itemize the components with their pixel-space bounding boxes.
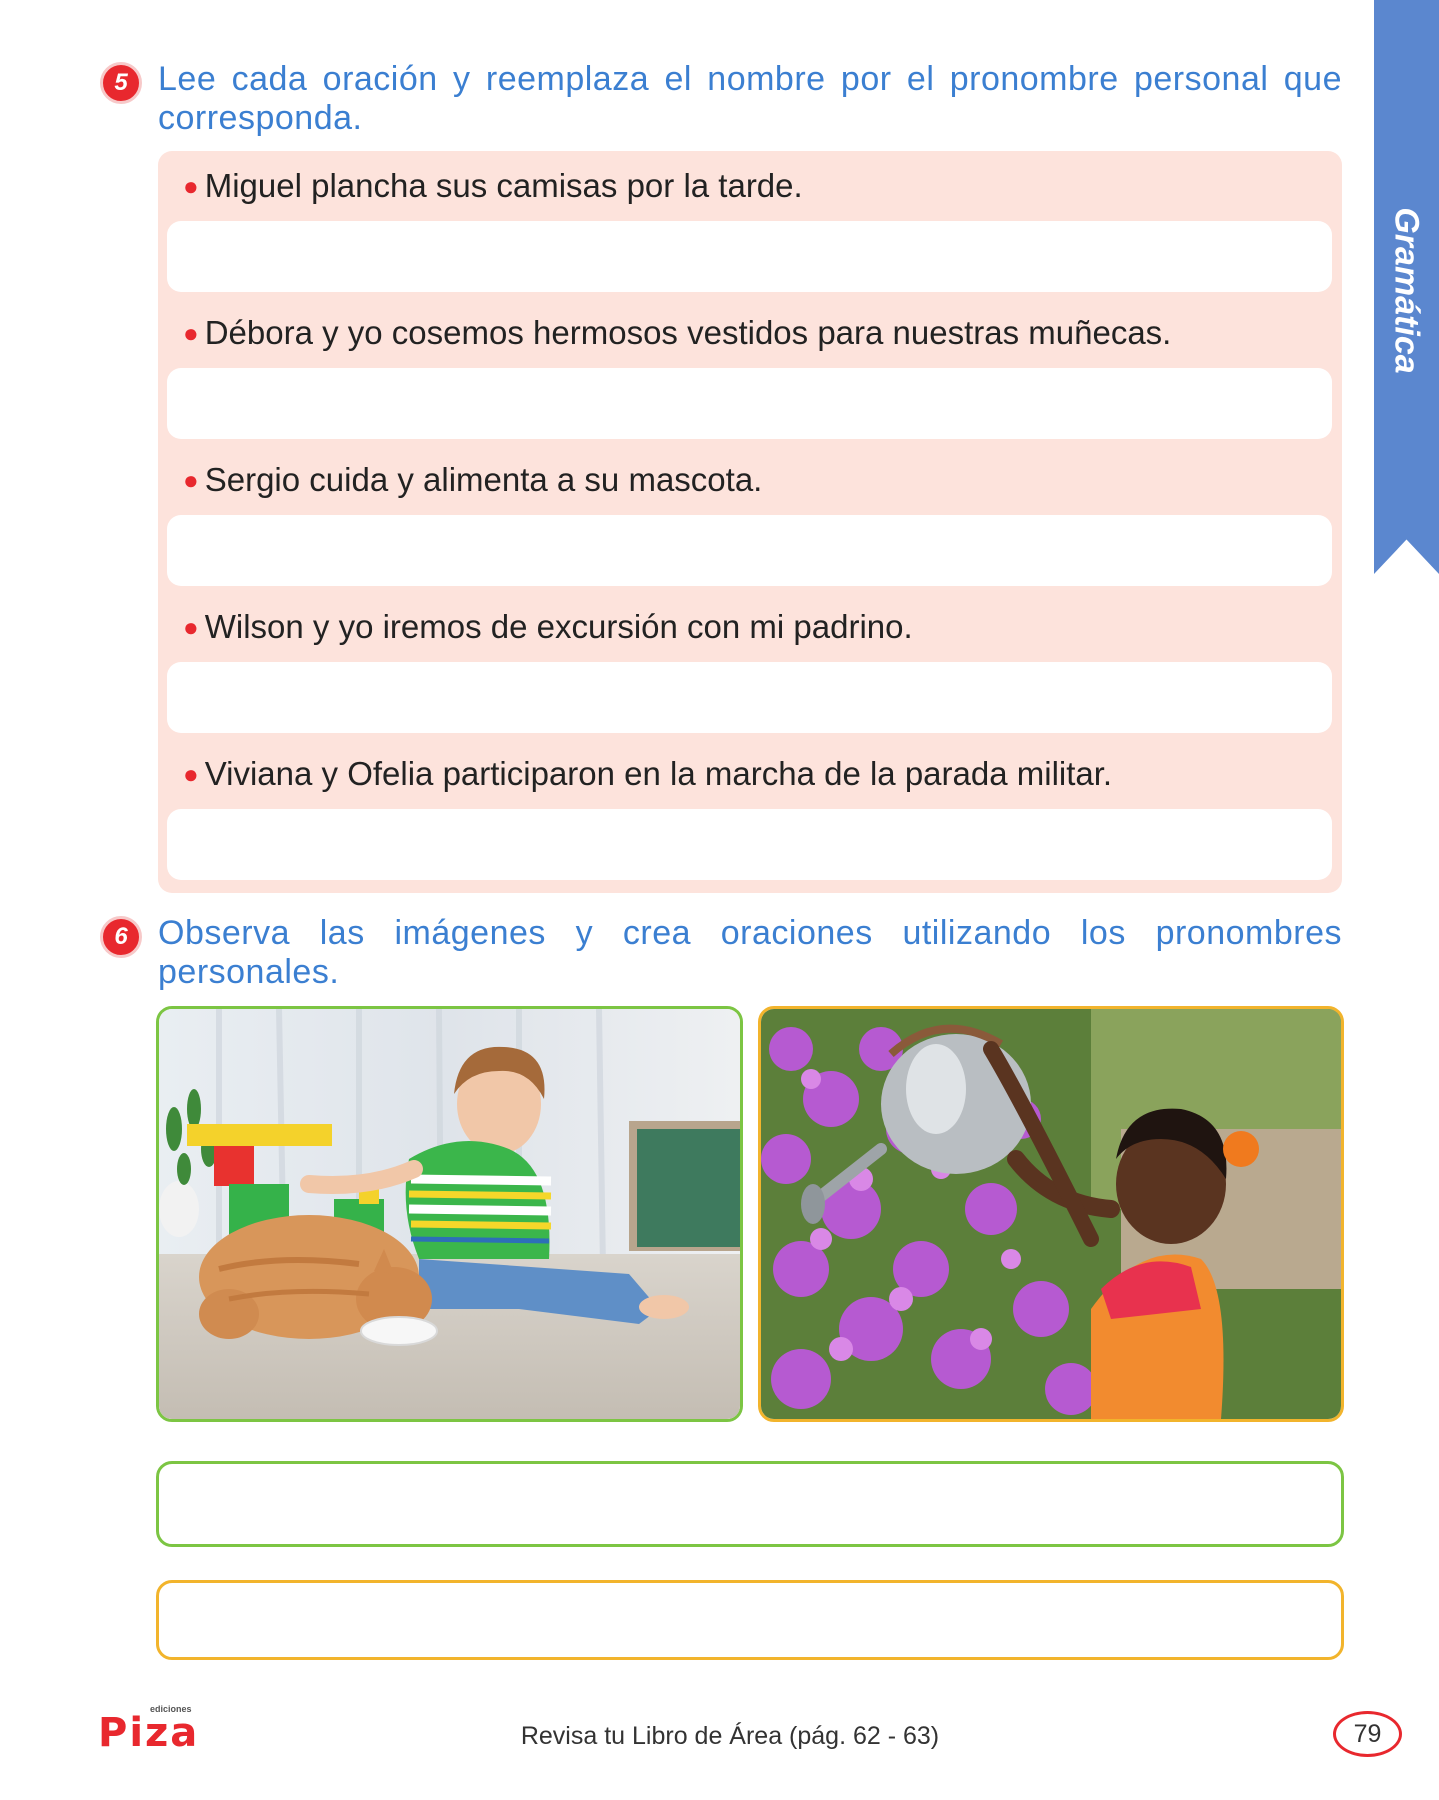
photo-boy-feeding-cat bbox=[156, 1006, 743, 1422]
answer-field-2[interactable] bbox=[167, 368, 1332, 439]
sentence-2: ● Débora y yo cosemos hermosos vestidos p… bbox=[183, 313, 1171, 353]
bullet-icon: ● bbox=[183, 612, 199, 642]
answer-field-4[interactable] bbox=[167, 662, 1332, 733]
answer-field-5[interactable] bbox=[167, 809, 1332, 880]
sentence-5-text: Viviana y Ofelia participaron en la marc… bbox=[204, 755, 1113, 792]
sentence-1: ● Miguel plancha sus camisas por la tarde… bbox=[183, 166, 803, 206]
section-tab-label-wrap: Gramática bbox=[1374, 200, 1439, 380]
answer-field-boy-cat[interactable] bbox=[156, 1461, 1344, 1547]
sentence-4: ● Wilson y yo iremos de excursión con mi … bbox=[183, 607, 913, 647]
photo-girl-watering-flowers bbox=[758, 1006, 1344, 1422]
bullet-icon: ● bbox=[183, 171, 199, 201]
answer-field-girl-flowers[interactable] bbox=[156, 1580, 1344, 1660]
sentence-1-text: Miguel plancha sus camisas por la tarde. bbox=[204, 167, 803, 204]
exercise-6-number: 6 bbox=[100, 916, 142, 958]
sentence-5: ● Viviana y Ofelia participaron en la mar… bbox=[183, 754, 1112, 794]
sentence-3: ● Sergio cuida y alimenta a su mascota. bbox=[183, 460, 762, 500]
page-number: 79 bbox=[1333, 1711, 1402, 1757]
publisher-logo-text: Piza bbox=[98, 1710, 200, 1756]
bullet-icon: ● bbox=[183, 318, 199, 348]
sentence-4-text: Wilson y yo iremos de excursión con mi p… bbox=[204, 608, 913, 645]
section-tab-label: Gramática bbox=[1388, 206, 1427, 374]
bullet-icon: ● bbox=[183, 759, 199, 789]
boy-cat-illustration bbox=[159, 1009, 740, 1419]
footer-reference-note: Revisa tu Libro de Área (pág. 62 - 63) bbox=[520, 1722, 940, 1750]
publisher-logo: ediciones Piza bbox=[98, 1704, 208, 1756]
exercise-5-instruction: Lee cada oración y reemplaza el nombre p… bbox=[158, 60, 1342, 137]
exercise-5-number: 5 bbox=[100, 62, 142, 104]
girl-watering-illustration bbox=[761, 1009, 1341, 1419]
answer-field-1[interactable] bbox=[167, 221, 1332, 292]
sentence-3-text: Sergio cuida y alimenta a su mascota. bbox=[204, 461, 763, 498]
sentence-2-text: Débora y yo cosemos hermosos vestidos pa… bbox=[204, 314, 1172, 351]
exercise-6-instruction: Observa las imágenes y crea oraciones ut… bbox=[158, 914, 1342, 991]
bullet-icon: ● bbox=[183, 465, 199, 495]
answer-field-3[interactable] bbox=[167, 515, 1332, 586]
